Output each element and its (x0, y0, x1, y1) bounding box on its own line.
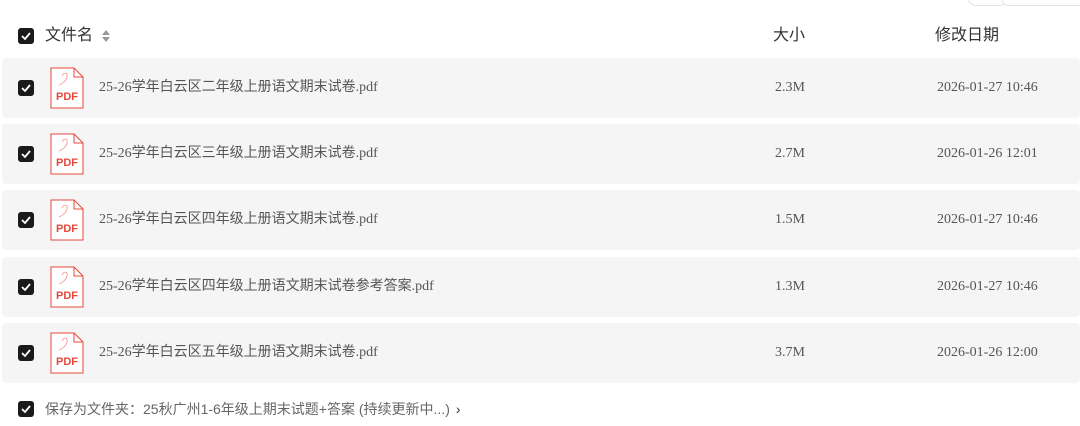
file-name[interactable]: 25-26学年白云区五年级上册语文期末试卷.pdf (99, 323, 378, 383)
toolbar-button-partial-2[interactable] (1001, 0, 1080, 6)
pdf-file-icon: PDF (50, 266, 84, 308)
file-size: 1.5M (775, 212, 805, 227)
check-icon (21, 216, 31, 224)
row-checkbox[interactable] (18, 146, 34, 162)
sort-icon[interactable] (101, 29, 111, 43)
file-date: 2026-01-27 10:46 (937, 80, 1038, 95)
check-icon (21, 405, 31, 413)
row-checkbox[interactable] (18, 80, 34, 96)
file-date: 2026-01-27 10:46 (937, 279, 1038, 294)
chevron-right-icon: › (455, 401, 461, 417)
save-as-folder-checkbox[interactable] (18, 401, 34, 417)
file-size: 1.3M (775, 279, 805, 294)
svg-text:PDF: PDF (56, 223, 78, 235)
save-as-folder-link[interactable]: 保存为文件夹：25秋广州1-6年级上期末试题+答案 (持续更新中...) › (45, 392, 461, 426)
file-row[interactable]: PDF 25-26学年白云区三年级上册语文期末试卷.pdf 2.7M 2026-… (2, 124, 1080, 184)
save-as-folder-row: 保存为文件夹：25秋广州1-6年级上期末试题+答案 (持续更新中...) › (0, 392, 1080, 424)
svg-text:PDF: PDF (56, 157, 78, 169)
save-as-folder-label: 保存为文件夹：25秋广州1-6年级上期末试题+答案 (持续更新中...) (45, 401, 450, 417)
column-header-date[interactable]: 修改日期 (935, 15, 999, 57)
file-size: 3.7M (775, 345, 805, 360)
row-checkbox[interactable] (18, 279, 34, 295)
file-name[interactable]: 25-26学年白云区四年级上册语文期末试卷.pdf (99, 190, 378, 250)
file-row[interactable]: PDF 25-26学年白云区四年级上册语文期末试卷.pdf 1.5M 2026-… (2, 190, 1080, 250)
file-row[interactable]: PDF 25-26学年白云区五年级上册语文期末试卷.pdf 3.7M 2026-… (2, 323, 1080, 383)
pdf-file-icon: PDF (50, 332, 84, 374)
svg-text:PDF: PDF (56, 91, 78, 103)
file-name[interactable]: 25-26学年白云区四年级上册语文期末试卷参考答案.pdf (99, 257, 434, 317)
check-icon (21, 150, 31, 158)
check-icon (21, 349, 31, 357)
row-checkbox[interactable] (18, 212, 34, 228)
file-row[interactable]: PDF 25-26学年白云区二年级上册语文期末试卷.pdf 2.3M 2026-… (2, 58, 1080, 118)
row-checkbox[interactable] (18, 345, 34, 361)
svg-text:PDF: PDF (56, 356, 78, 368)
file-date: 2026-01-26 12:01 (937, 146, 1038, 161)
column-header-name[interactable]: 文件名 (45, 15, 93, 57)
check-icon (21, 32, 31, 40)
file-name[interactable]: 25-26学年白云区三年级上册语文期末试卷.pdf (99, 124, 378, 184)
file-list-header: 文件名 大小 修改日期 (0, 15, 1080, 57)
file-size: 2.3M (775, 80, 805, 95)
file-name[interactable]: 25-26学年白云区二年级上册语文期末试卷.pdf (99, 58, 378, 118)
check-icon (21, 283, 31, 291)
file-size: 2.7M (775, 146, 805, 161)
file-date: 2026-01-27 10:46 (937, 212, 1038, 227)
column-header-size[interactable]: 大小 (773, 15, 805, 57)
pdf-file-icon: PDF (50, 133, 84, 175)
pdf-file-icon: PDF (50, 67, 84, 109)
pdf-file-icon: PDF (50, 199, 84, 241)
svg-text:PDF: PDF (56, 290, 78, 302)
file-row[interactable]: PDF 25-26学年白云区四年级上册语文期末试卷参考答案.pdf 1.3M 2… (2, 257, 1080, 317)
check-icon (21, 84, 31, 92)
select-all-checkbox[interactable] (18, 28, 34, 44)
file-date: 2026-01-26 12:00 (937, 345, 1038, 360)
